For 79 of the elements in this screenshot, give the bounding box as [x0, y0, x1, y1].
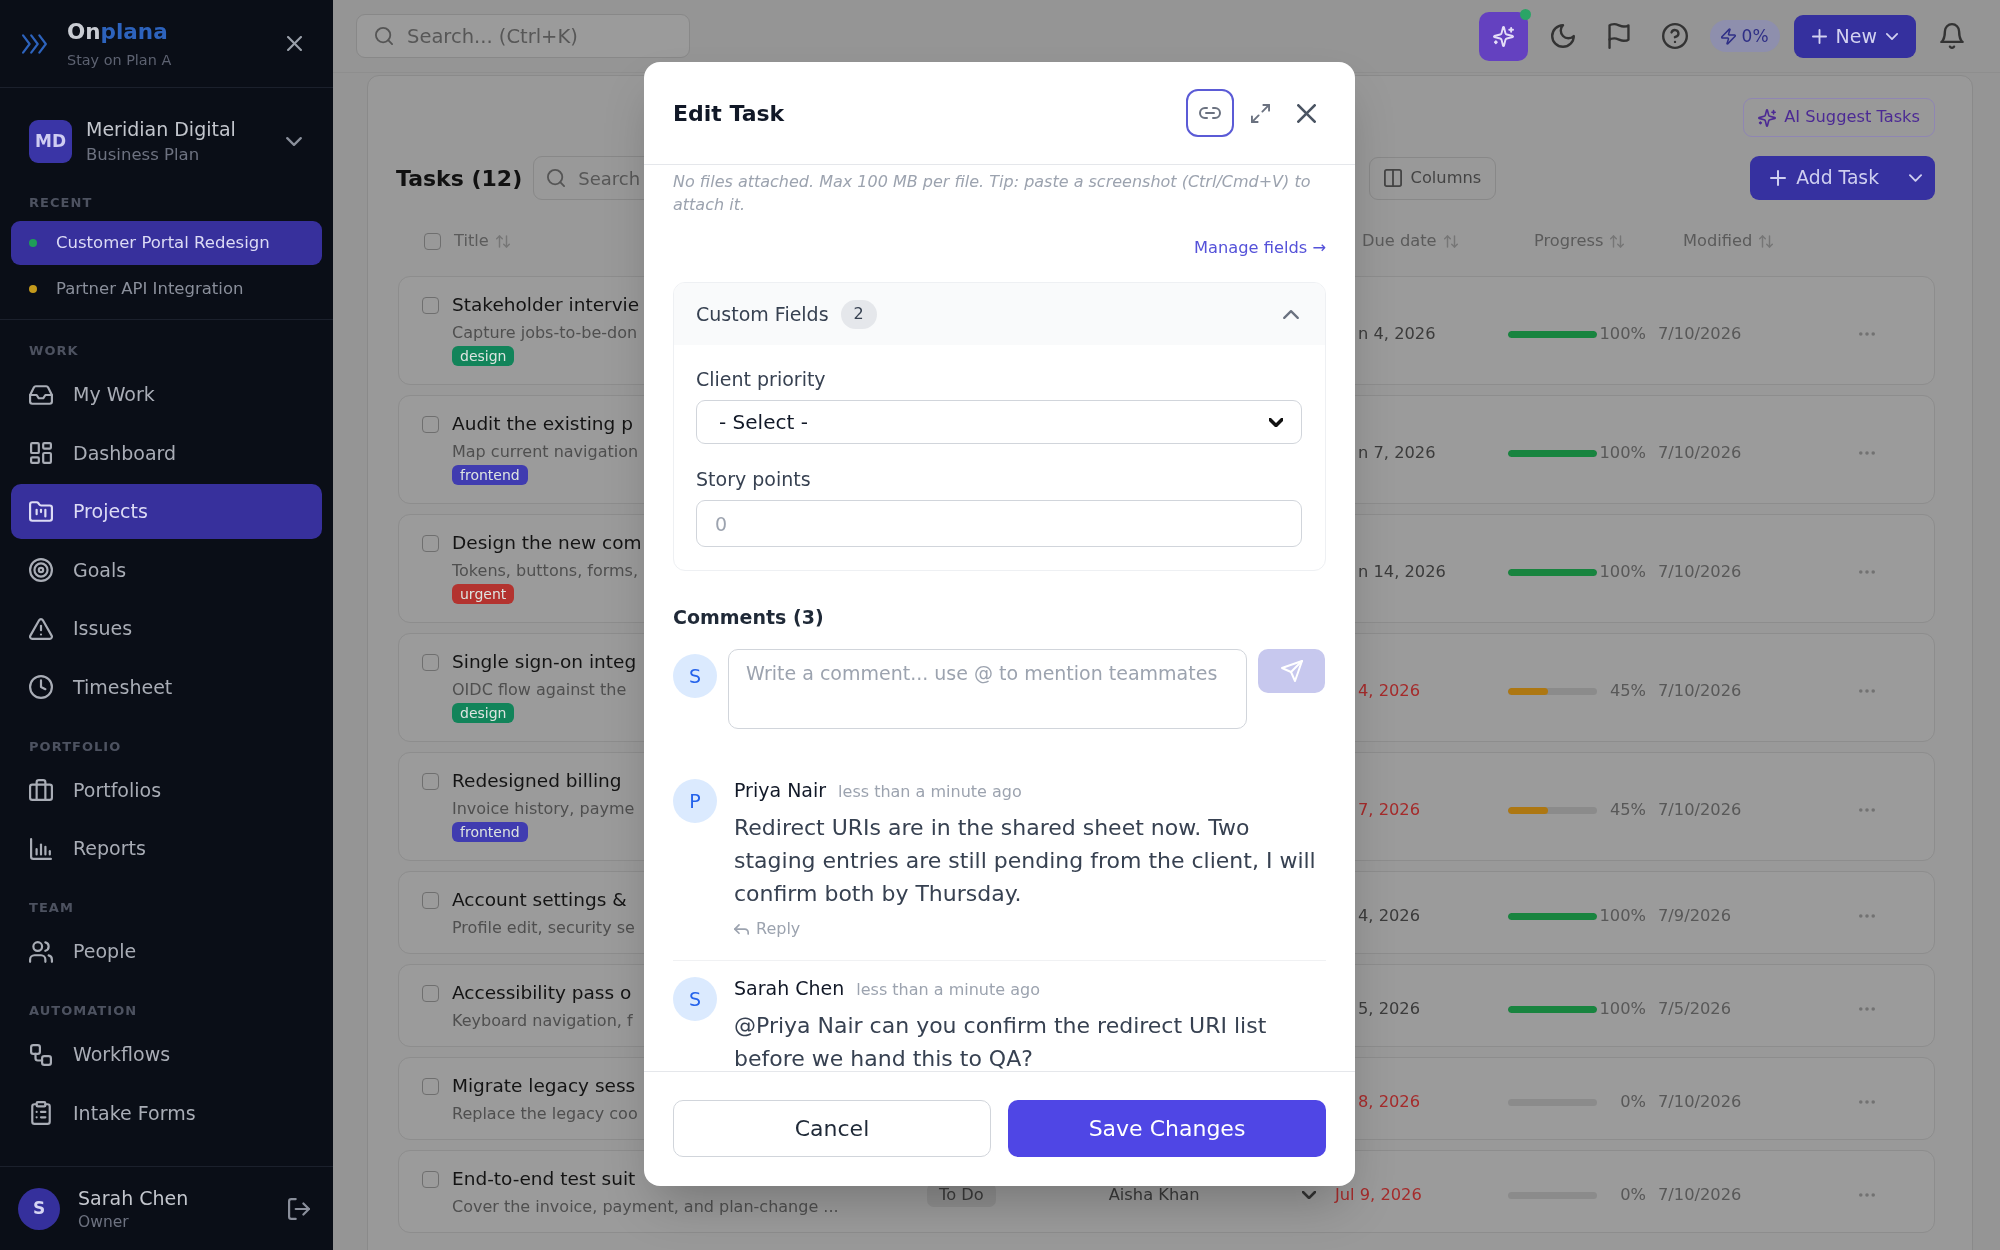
task-description: Replace the legacy coo — [452, 1103, 638, 1125]
progress-percent: 45% — [1609, 683, 1646, 699]
task-description: Tokens, buttons, forms, — [452, 560, 639, 582]
section-label: PORTFOLIO — [29, 738, 122, 755]
tag: frontend — [452, 465, 528, 485]
modified-date: 7/10/2026 — [1658, 1187, 1742, 1203]
task-description: Capture jobs-to-be-don — [452, 322, 638, 344]
progress-percent: 100% — [1599, 564, 1646, 580]
brand-tagline: Stay on Plan A — [67, 50, 172, 69]
task-title: Redesigned billing — [452, 769, 622, 793]
progress-percent: 0% — [1620, 1094, 1646, 1110]
modified-date: 7/10/2026 — [1658, 326, 1742, 342]
comment-author: Priya Nair — [734, 778, 827, 803]
tasks-title: Tasks (12) — [396, 164, 523, 193]
count-badge: 2 — [840, 299, 877, 329]
due-date: 4, 2026 — [1358, 683, 1421, 699]
due-date: n 7, 2026 — [1358, 445, 1436, 461]
comments-title: Comments (3) — [673, 605, 824, 630]
tag: urgent — [452, 584, 515, 604]
user-avatar: S — [18, 1187, 60, 1230]
tag: design — [452, 703, 515, 723]
task-title: Audit the existing p — [452, 412, 633, 436]
task-title: Accessibility pass o — [452, 981, 632, 1005]
progress-percent: 100% — [1599, 326, 1646, 342]
section-label: AUTOMATION — [29, 1003, 138, 1019]
comment-time: less than a minute ago — [856, 979, 1040, 1001]
user-role: Owner — [78, 1211, 129, 1232]
task-title: Design the new com — [452, 531, 642, 555]
modified-date: 7/10/2026 — [1658, 802, 1742, 818]
tag: design — [452, 346, 515, 366]
section-label: RECENT — [29, 195, 93, 211]
progress-percent: 45% — [1609, 802, 1646, 818]
dialog-title: Edit Task — [673, 99, 785, 128]
comment-text: Redirect URIs are in the shared sheet now. Two staging entries are still pending from the client, I will confirm both by Thursday. — [734, 814, 1317, 908]
modified-date: 7/10/2026 — [1658, 683, 1742, 699]
brand-name: Onplana — [67, 18, 168, 45]
comment-avatar: P — [673, 779, 717, 823]
section-label: WORK — [29, 343, 79, 359]
task-description: Cover the invoice, payment, and plan-change ... — [452, 1196, 839, 1218]
user-name: Sarah Chen — [78, 1185, 189, 1210]
task-description: Profile edit, security se — [452, 917, 635, 939]
modified-date: 7/10/2026 — [1658, 564, 1742, 580]
field-label: Story points — [696, 467, 811, 491]
due-date: 4, 2026 — [1358, 908, 1421, 924]
usage-value: 0% — [1741, 26, 1769, 46]
due-date: n 4, 2026 — [1358, 326, 1436, 342]
workspace-plan: Business Plan — [86, 144, 200, 166]
modified-date: 7/10/2026 — [1658, 1094, 1742, 1110]
task-description: Invoice history, payme — [452, 798, 635, 820]
workspace-avatar: MD — [29, 120, 72, 163]
due-date: n 14, 2026 — [1358, 564, 1446, 580]
workspace-name: Meridian Digital — [86, 117, 236, 141]
progress-percent: 100% — [1599, 908, 1646, 924]
progress-percent: 100% — [1599, 445, 1646, 461]
comment-time: less than a minute ago — [838, 781, 1022, 803]
modified-date: 7/5/2026 — [1658, 1001, 1731, 1017]
modified-date: 7/9/2026 — [1658, 908, 1731, 924]
comment-avatar: S — [673, 977, 717, 1021]
modified-date: 7/10/2026 — [1658, 445, 1742, 461]
task-description: OIDC flow against the — [452, 679, 627, 701]
comment-text: @Priya Nair can you confirm the redirect URI list before we hand this to QA? — [734, 1012, 1268, 1071]
section-label: TEAM — [29, 900, 74, 916]
due-date: Jul 9, 2026 — [1335, 1187, 1422, 1203]
due-date: 5, 2026 — [1358, 1001, 1421, 1017]
progress-percent: 0% — [1620, 1187, 1646, 1203]
progress-percent: 100% — [1599, 1001, 1646, 1017]
task-description: Keyboard navigation, f — [452, 1010, 633, 1032]
task-title: Stakeholder intervie — [452, 293, 640, 317]
due-date: 7, 2026 — [1358, 802, 1421, 818]
due-date: 8, 2026 — [1358, 1094, 1421, 1110]
task-title: Single sign-on integ — [452, 650, 637, 674]
tag: frontend — [452, 822, 528, 842]
task-description: Map current navigation — [452, 441, 639, 463]
user-avatar: S — [673, 654, 717, 698]
comment-author: Sarah Chen — [734, 976, 845, 1001]
task-title: Migrate legacy sess — [452, 1074, 636, 1098]
task-title: Account settings & — [452, 888, 627, 912]
attachment-note: No files attached. Max 100 MB per file. Tip: paste a screenshot (Ctrl/Cmd+V) to attach it. — [673, 171, 1312, 216]
task-title: End-to-end test suit — [452, 1167, 636, 1191]
